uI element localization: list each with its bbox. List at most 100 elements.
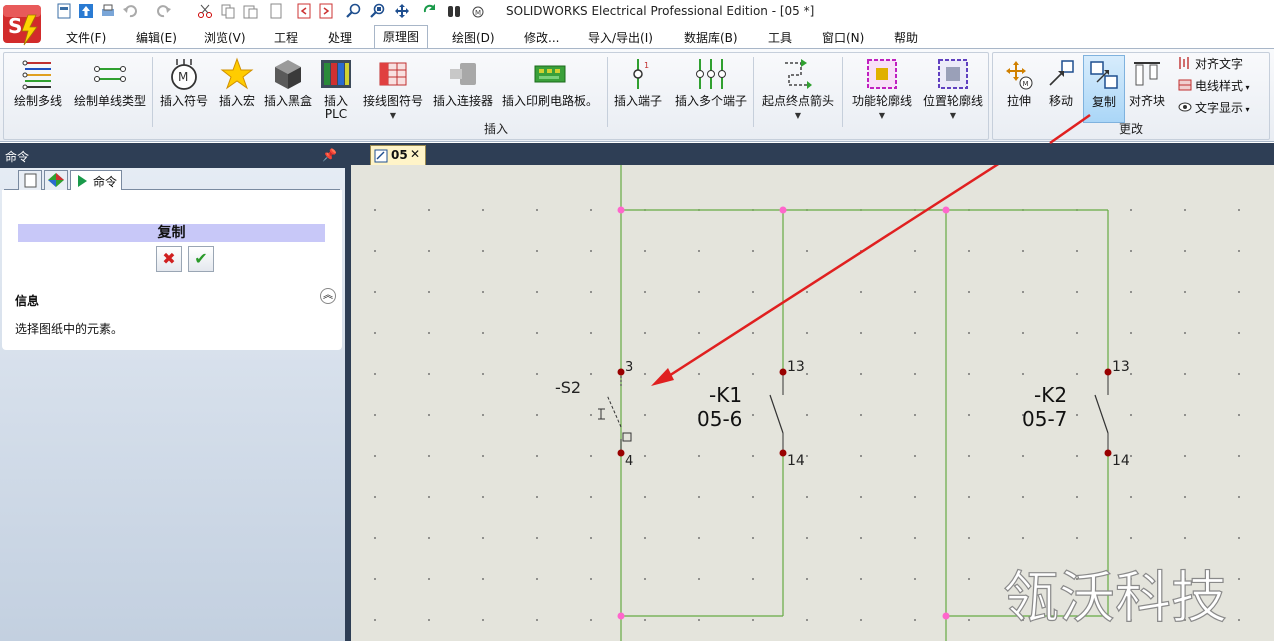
next-page-icon[interactable] [318,3,334,19]
dropdown-arrow-icon[interactable]: ▼ [358,111,428,120]
grid-dot [752,250,754,252]
tab-schematic[interactable]: 原理图 [374,25,429,49]
pin-dot [617,449,625,457]
copy-button[interactable]: 复制 [1083,55,1125,123]
grid-dot [644,291,646,293]
grid-dot [860,578,862,580]
insert-connector-button[interactable]: 插入连接器 [430,55,496,123]
align-block-button[interactable]: 对齐块 [1127,55,1167,123]
text-display-button[interactable]: 文字显示 ▾ [1178,99,1250,117]
tab-edit[interactable]: 编辑(E) [128,27,185,48]
new-icon[interactable] [56,3,72,19]
svg-text:M: M [178,70,188,84]
origin-destination-arrow-label: 起点终点箭头 [761,94,834,108]
wire-node[interactable] [942,612,950,620]
prev-page-icon[interactable] [296,3,312,19]
tab-view[interactable]: 浏览(V) [196,27,254,48]
grid-dot [1238,250,1240,252]
paste-icon[interactable] [242,3,258,19]
print-icon[interactable] [100,3,116,19]
location-outline-button[interactable]: 位置轮廓线 ▼ [920,55,986,123]
confirm-button[interactable]: ✔ [188,246,214,272]
dropdown-arrow-icon[interactable]: ▼ [846,111,918,120]
insert-plc-button[interactable]: 插入 PLC [316,55,356,123]
grid-dot [1184,455,1186,457]
dropdown-arrow-icon[interactable]: ▼ [758,111,838,120]
schematic-drawing[interactable]: -S2 3 4 13 14 -K1 05-6 13 14 -K2 05-7 瓴沃… [345,103,1274,641]
grid-dot [1238,455,1240,457]
grid-dot [1130,291,1132,293]
wire-node[interactable] [779,206,787,214]
wire-node[interactable] [942,206,950,214]
binoculars-icon[interactable] [446,3,462,19]
pin-icon[interactable]: 📌 [322,148,337,162]
pan-icon[interactable] [394,3,410,19]
app-logo-icon[interactable]: S [2,1,46,47]
insert-pcb-button[interactable]: 插入印刷电路板。 [498,55,602,123]
tab-help[interactable]: 帮助 [886,27,926,48]
grid-dot [1130,414,1132,416]
grid-dot [428,250,430,252]
cut-icon[interactable] [197,3,213,19]
align-text-button[interactable]: 对齐文字 [1178,55,1243,73]
close-tab-icon[interactable]: ✕ [410,147,420,161]
draw-multiwire-button[interactable]: 绘制多线 [8,55,68,123]
dropdown-arrow-icon[interactable]: ▾ [1243,105,1250,114]
page-icon[interactable] [268,3,284,19]
grid-dot [590,496,592,498]
info-text: 选择图纸中的元素。 [15,322,124,336]
insert-symbol-button[interactable]: M 插入符号 [157,55,211,123]
tab-components[interactable] [44,170,68,190]
insert-terminal-button[interactable]: 1 插入端子 [610,55,666,123]
grid-dot [374,291,376,293]
tab-command[interactable]: 命令 [70,170,122,190]
insert-multi-terminal-button[interactable]: 插入多个端子 [672,55,750,123]
refresh-icon[interactable] [422,3,438,19]
zoom-icon[interactable] [346,3,362,19]
copy-icon[interactable] [220,3,236,19]
insert-blackbox-button[interactable]: 插入黑盒 [260,55,316,123]
insert-macro-button[interactable]: 插入宏 [214,55,260,123]
tab-modify[interactable]: 修改... [516,27,567,48]
tab-database[interactable]: 数据库(B) [676,27,746,48]
terminal-symbol-button[interactable]: 接线图符号 ▼ [358,55,428,123]
draw-single-wire-button[interactable]: 绘制单线类型 [70,55,150,123]
dropdown-arrow-icon[interactable]: ▼ [920,111,986,120]
wire-style-label: 电线样式 [1195,79,1244,93]
grid-dot [590,537,592,539]
tab-process[interactable]: 处理 [320,27,360,48]
tab-tools[interactable]: 工具 [760,27,800,48]
grid-dot [698,578,700,580]
grid-dot [806,496,808,498]
grid-dot [860,332,862,334]
tab-draw[interactable]: 绘图(D) [444,27,503,48]
multiwire-icon [22,60,51,90]
undo-icon[interactable] [122,3,138,19]
grid-dot [806,291,808,293]
tab-file[interactable]: 文件(F) [58,27,114,48]
zoom-window-icon[interactable] [370,3,386,19]
watermark: 瓴沃科技 [1003,566,1227,631]
function-outline-button[interactable]: 功能轮廓线 ▼ [846,55,918,123]
wire-node[interactable] [617,206,625,214]
tab-window[interactable]: 窗口(N) [814,27,872,48]
upload-icon[interactable] [78,3,94,19]
origin-destination-arrow-button[interactable]: 起点终点箭头 ▼ [758,55,838,123]
motor-small-icon[interactable]: M [470,3,486,19]
collapse-icon[interactable]: ︽ [320,288,336,304]
wire-style-button[interactable]: 电线样式 ▾ [1178,77,1250,95]
move-button[interactable]: 移动 [1041,55,1081,123]
cancel-button[interactable]: ✖ [156,246,182,272]
tab-import-export[interactable]: 导入/导出(I) [580,27,661,48]
stretch-button[interactable]: M 拉伸 [999,55,1039,123]
tab-project[interactable]: 工程 [266,27,306,48]
dropdown-arrow-icon[interactable]: ▾ [1243,83,1250,92]
redo-icon[interactable] [156,3,172,19]
check-icon: ✔ [194,249,208,268]
components-icon [48,173,64,187]
tab-documents[interactable] [18,170,42,190]
document-tab-05[interactable]: 05 ✕ [370,145,426,165]
wire-node[interactable] [617,612,625,620]
schematic-canvas[interactable]: -S2 3 4 13 14 -K1 05-6 13 14 -K2 05-7 瓴沃… [345,103,1274,641]
insert-pcb-label: 插入印刷电路板。 [501,94,598,108]
